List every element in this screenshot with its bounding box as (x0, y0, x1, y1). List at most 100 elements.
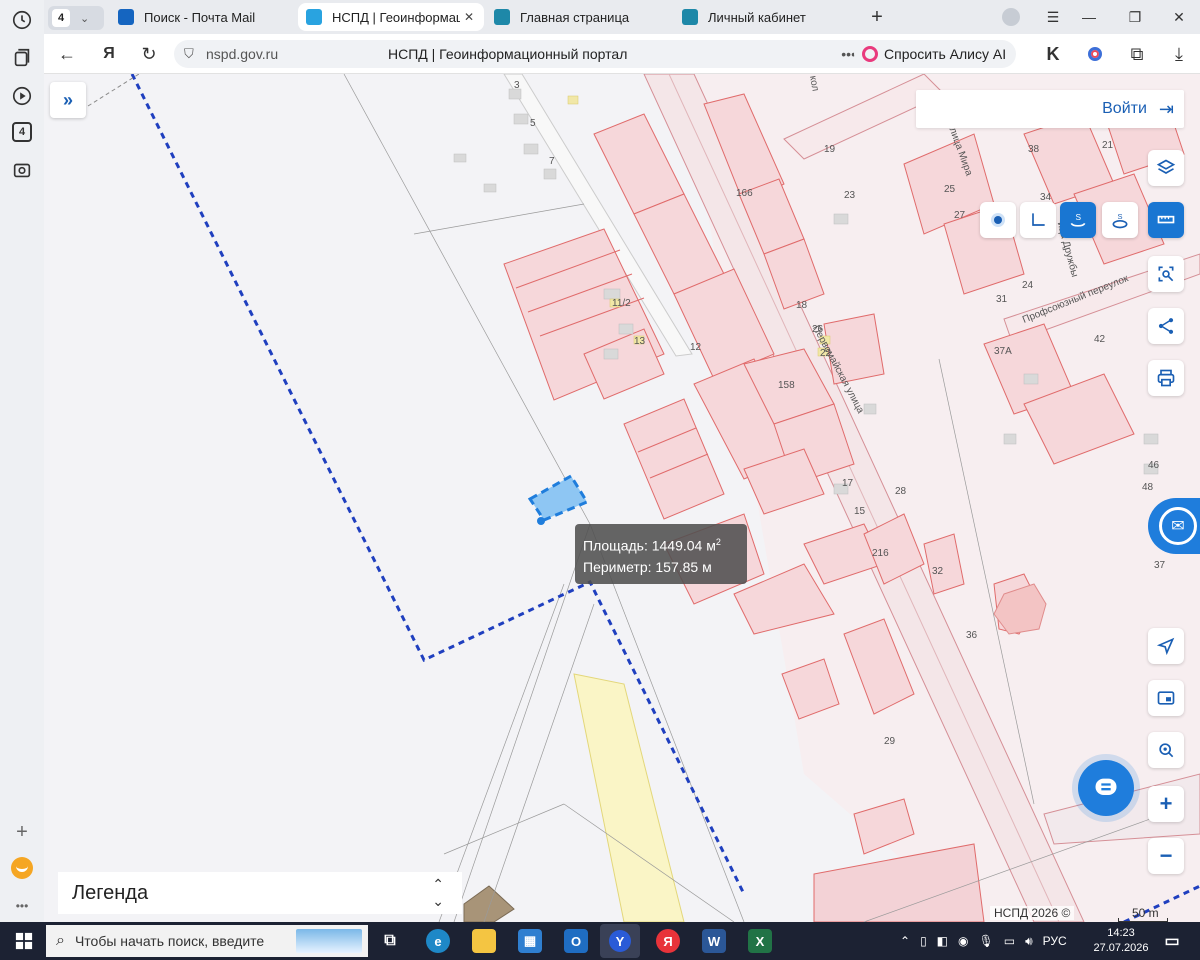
media-play-icon[interactable] (10, 84, 34, 108)
measure-circle-button[interactable]: S (1102, 202, 1138, 238)
word-icon[interactable]: W (702, 929, 726, 953)
page-title: НСПД | Геоинформационный портал (388, 46, 628, 62)
yandex-icon[interactable]: Я (98, 43, 120, 65)
extension-k-icon[interactable]: K (1042, 43, 1064, 65)
sidebar-badge[interactable]: 4 (10, 120, 34, 144)
taskbar-search[interactable]: ⌕ Чтобы начать поиск, введите (46, 925, 368, 957)
close-window-button[interactable]: ✕ (1168, 6, 1190, 28)
collections-icon[interactable] (10, 46, 34, 70)
search-highlight-image (296, 929, 362, 953)
tab-label: НСПД | Геоинформаци (332, 9, 460, 25)
zoom-out-button[interactable]: − (1148, 838, 1184, 874)
microphone-icon[interactable]: 🎙︎ (979, 934, 994, 948)
print-button[interactable] (1148, 360, 1184, 396)
house-number: 25 (944, 184, 956, 195)
measure-area-button[interactable]: S (1060, 202, 1096, 238)
mail-favicon-icon (118, 9, 134, 25)
chat-button[interactable] (1078, 760, 1134, 816)
point-icon (994, 216, 1002, 224)
house-number: 3 (514, 80, 520, 91)
menu-icon[interactable]: ☰ (1042, 6, 1064, 28)
clock[interactable]: 14:23 27.07.2026 (1092, 926, 1150, 956)
zoom-in-button[interactable]: + (1148, 786, 1184, 822)
house-number: 12 (690, 342, 702, 353)
extensions-icon[interactable]: ⧉ (1126, 43, 1148, 65)
clock-time: 14:23 (1107, 927, 1135, 939)
minimap-button[interactable] (1148, 680, 1184, 716)
search-placeholder: Чтобы начать поиск, введите (74, 933, 265, 949)
ruler-icon (1157, 215, 1175, 224)
back-arrow-icon[interactable]: ← (56, 43, 78, 65)
yandex-icon[interactable]: Я (656, 929, 680, 953)
badge-count: 4 (12, 122, 32, 142)
mail-app-icon[interactable] (10, 856, 34, 880)
close-tab-icon[interactable]: ✕ (464, 10, 474, 24)
locate-parcel-button[interactable] (1148, 732, 1184, 768)
house-number: 23 (844, 190, 856, 201)
legend-label: Легенда (72, 881, 149, 904)
reload-icon[interactable]: ↻ (138, 43, 160, 65)
house-number: 7 (549, 156, 555, 167)
tray-chevron-icon[interactable]: ⌃ (900, 934, 910, 948)
search-icon: ⌕ (56, 932, 65, 949)
house-number: 36 (966, 630, 978, 641)
tab-cabinet[interactable]: Личный кабинет (674, 3, 854, 31)
task-view-icon[interactable]: ⧉ (378, 929, 402, 953)
layers-button[interactable] (1148, 150, 1184, 186)
extension-target-icon[interactable] (1084, 43, 1106, 65)
house-number: 37А (994, 346, 1012, 357)
house-number: 216 (872, 548, 889, 559)
notifications-icon[interactable]: ▭ (1160, 929, 1184, 953)
new-tab-button[interactable]: + (866, 6, 888, 28)
excel-icon[interactable]: X (748, 929, 772, 953)
share-button[interactable] (1148, 308, 1184, 344)
windows-start-icon[interactable] (12, 929, 36, 953)
store-icon[interactable]: ▦ (518, 929, 542, 953)
area-search-button[interactable] (1148, 256, 1184, 292)
outlook-icon[interactable]: O (564, 929, 588, 953)
tray-app-icon[interactable]: ▯ (920, 934, 927, 948)
map-view[interactable]: Первомайская улица Профсоюзный переулок … (44, 74, 1200, 922)
circle-area-icon: S (1112, 212, 1128, 229)
restore-button[interactable]: ❐ (1124, 6, 1146, 28)
edge-icon[interactable]: e (426, 929, 450, 953)
tray-app-icon[interactable]: ◉ (958, 934, 968, 948)
legend-panel[interactable]: Легенда ⌃ ⌄ (58, 872, 462, 914)
login-label: Войти (1102, 100, 1147, 117)
history-icon[interactable] (10, 8, 34, 32)
yandex-browser-icon[interactable]: Y (600, 924, 640, 958)
measure-line-button[interactable] (1020, 202, 1056, 238)
area-s-icon: S (1070, 212, 1086, 227)
area-value: Площадь: 1449.04 м2 (583, 537, 721, 554)
volume-icon[interactable]: 🔊︎ (1025, 934, 1033, 949)
tab-nspd[interactable]: НСПД | Геоинформаци ✕ (298, 3, 484, 31)
tab-count-button[interactable]: 4 ⌄ (48, 6, 104, 30)
more-icon[interactable]: ••• (10, 894, 34, 918)
explorer-icon[interactable] (472, 929, 496, 953)
expand-panel-button[interactable]: » (50, 82, 86, 118)
house-number: 24 (1022, 280, 1034, 291)
house-number: 21 (1102, 140, 1114, 151)
login-button[interactable]: Войти ⇥ (916, 90, 1184, 128)
network-icon[interactable]: ▭ (1004, 934, 1015, 948)
tray-app-icon[interactable]: ◧ (937, 934, 948, 948)
measure-point-button[interactable] (980, 202, 1016, 238)
add-panel-icon[interactable]: + (10, 820, 34, 844)
assistant-button[interactable]: ✉ (1148, 498, 1200, 554)
alice-button[interactable]: Спросить Алису AI (854, 40, 1016, 68)
tab-mail[interactable]: Поиск - Почта Mail (110, 3, 290, 31)
svg-text:S: S (1118, 212, 1123, 221)
svg-text:S: S (1076, 212, 1082, 222)
geolocation-button[interactable] (1148, 628, 1184, 664)
tab-main-page[interactable]: Главная страница (486, 3, 666, 31)
minimize-button[interactable]: — (1078, 6, 1100, 28)
house-number: 46 (1148, 460, 1160, 471)
ruler-tool-button[interactable] (1148, 202, 1184, 238)
url-field[interactable]: ⛉ nspd.gov.ru НСПД | Геоинформационный п… (174, 40, 894, 68)
assistant-icon: ✉ (1159, 507, 1197, 545)
language-indicator[interactable]: РУС (1043, 934, 1067, 948)
shield-icon: ⛉ (184, 46, 194, 61)
screenshot-icon[interactable] (10, 158, 34, 182)
profile-icon[interactable] (1000, 6, 1022, 28)
download-icon[interactable]: ⤓ (1168, 43, 1190, 65)
